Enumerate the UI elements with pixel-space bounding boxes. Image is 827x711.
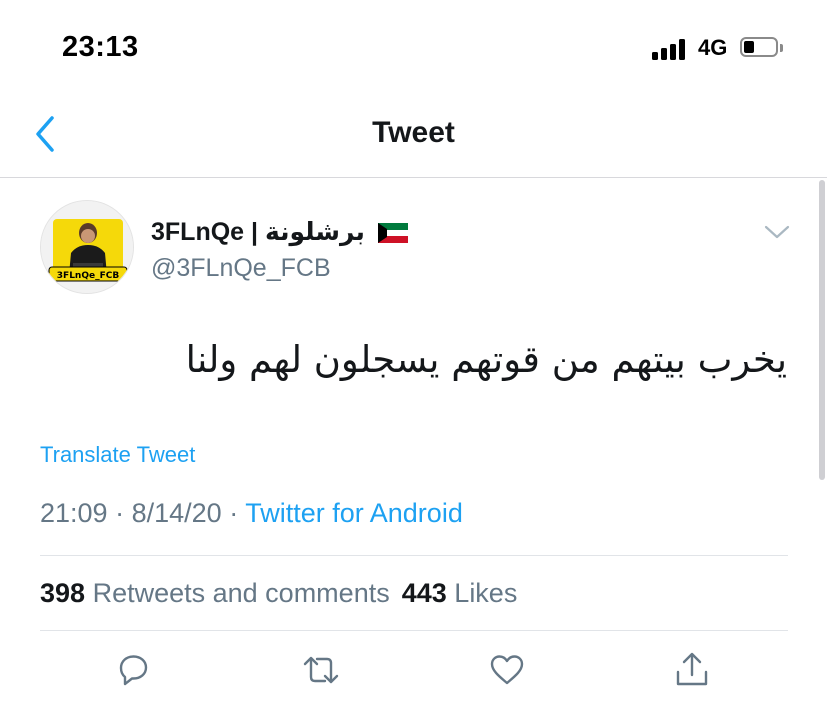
battery-icon <box>740 37 784 61</box>
svg-text:3FLnQe_FCB: 3FLnQe_FCB <box>57 271 120 281</box>
meta-separator: · <box>229 498 239 528</box>
navigation-bar: Tweet <box>0 100 827 178</box>
like-icon <box>490 655 524 685</box>
like-button[interactable] <box>487 650 527 690</box>
username[interactable]: @3FLnQe_FCB <box>151 254 331 283</box>
chevron-down-icon <box>764 225 790 239</box>
divider <box>40 630 788 631</box>
status-bar: 23:13 4G <box>0 0 827 100</box>
share-icon <box>676 652 708 686</box>
retweet-icon <box>303 656 339 684</box>
retweets-stat[interactable]: 398 Retweets and comments <box>40 578 390 608</box>
status-time: 23:13 <box>62 31 139 63</box>
retweet-button[interactable] <box>301 650 341 690</box>
likes-stat[interactable]: 443 Likes <box>402 578 518 608</box>
display-name-text: 3FLnQe | برشلونة <box>151 218 365 246</box>
network-type: 4G <box>698 35 728 60</box>
tweet-options-button[interactable] <box>763 222 791 242</box>
likes-label: Likes <box>454 578 518 608</box>
kuwait-flag-icon <box>377 223 408 244</box>
reply-button[interactable] <box>113 650 153 690</box>
page-title: Tweet <box>372 116 455 149</box>
avatar[interactable]: 3FLnQe_FCB <box>40 200 134 294</box>
retweets-count: 398 <box>40 578 86 608</box>
translate-tweet-link[interactable]: Translate Tweet <box>40 442 195 468</box>
share-button[interactable] <box>672 650 712 690</box>
tweet-detail: 3FLnQe_FCB 3FLnQe | برشلونة @3FLnQe_FCB … <box>0 178 827 711</box>
likes-count: 443 <box>401 578 447 608</box>
tweet-metadata: 21:09 · 8/14/20 · Twitter for Android <box>40 498 463 529</box>
signal-strength-icon <box>652 38 692 60</box>
tweet-time: 21:09 <box>40 498 108 528</box>
display-name[interactable]: 3FLnQe | برشلونة <box>151 217 408 247</box>
tweet-date: 8/14/20 <box>131 498 222 528</box>
reply-icon <box>119 655 148 686</box>
divider <box>40 555 788 556</box>
meta-separator: · <box>115 498 125 528</box>
tweet-text: يخرب بيتهم من قوتهم يسجلون لهم ولنا <box>185 338 787 381</box>
tweet-source-link[interactable]: Twitter for Android <box>245 498 463 528</box>
avatar-image: 3FLnQe_FCB <box>41 201 133 293</box>
retweets-label: Retweets and comments <box>92 578 390 608</box>
tweet-stats: 398 Retweets and comments 443 Likes <box>40 578 517 609</box>
